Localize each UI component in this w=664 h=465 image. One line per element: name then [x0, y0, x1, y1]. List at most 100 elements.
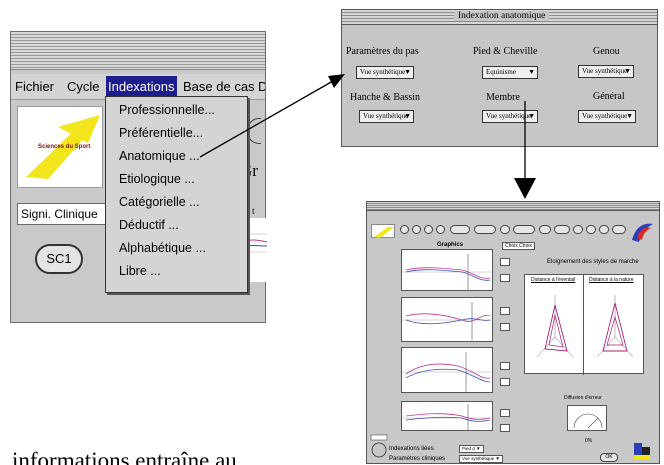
menu-item-deductif[interactable]: Déductif ...	[119, 218, 179, 232]
select-general[interactable]: Vue synthétique ▼	[578, 110, 636, 123]
dropdown-arrow-icon: ▼	[528, 112, 535, 120]
badge-logo	[370, 432, 388, 462]
dropdown-arrow-icon: ▼	[495, 456, 500, 461]
field-label-pied: Pied & Cheville	[473, 46, 538, 57]
gait-plot-3	[401, 347, 494, 393]
select-value: Vue synthétique	[582, 67, 628, 75]
field-label-general: Général	[593, 91, 625, 102]
toolbar-button-1[interactable]	[400, 225, 409, 234]
toolbar-button-7[interactable]	[500, 225, 510, 234]
title-bar[interactable]	[11, 32, 265, 70]
field-label-hanche: Hanche & Bassin	[350, 92, 420, 103]
dropdown-arrow-icon: ▼	[476, 446, 481, 451]
gait-plot-2-graphic	[402, 302, 494, 340]
gait-plot-1-graphic	[402, 254, 494, 290]
toolbar-button-5[interactable]	[450, 225, 470, 234]
menu-cycle[interactable]: Cycle	[67, 79, 100, 94]
select-pied[interactable]: Equinisme ▼	[482, 66, 538, 79]
toolbar	[370, 220, 658, 240]
toolbar-button-4[interactable]	[436, 225, 445, 234]
value-box-3[interactable]	[500, 307, 510, 315]
menu-item-libre[interactable]: Libre ...	[119, 264, 161, 278]
menu-item-etiologique[interactable]: Etiologique ...	[119, 172, 195, 186]
toolbar-button-12[interactable]	[586, 225, 596, 234]
corner-logo	[631, 440, 653, 462]
value-box-6[interactable]	[500, 378, 510, 386]
title-bar[interactable]	[367, 202, 659, 211]
select-hanche[interactable]: Vue synthétique ▼	[359, 110, 414, 123]
gauge	[567, 405, 607, 431]
indexations-select[interactable]: Pied d ▼	[459, 445, 484, 453]
field-label-genou: Genou	[593, 46, 620, 57]
choix-button[interactable]: Choix Choix	[502, 242, 535, 250]
dropdown-arrow-icon: ▼	[626, 112, 633, 120]
toolbar-button-8[interactable]	[513, 225, 535, 234]
select-parametres[interactable]: Vue synthétique ▼	[356, 66, 414, 79]
toolbar-button-14[interactable]	[612, 225, 626, 234]
analysis-window: Graphics Choix Choix Eloignement des sty…	[366, 201, 660, 464]
faculty-logo: Sciences du Sport	[17, 106, 103, 188]
menu-base-de-cas[interactable]: Base de cas	[183, 79, 255, 94]
select-value: Pied d	[462, 446, 475, 451]
select-value: Vue synthétique	[360, 68, 406, 76]
gait-plot-4	[401, 401, 494, 431]
institution-logo	[629, 220, 657, 244]
params-select[interactable]: Vue synthétique ▼	[459, 455, 503, 463]
ok-button[interactable]: OK	[600, 453, 618, 462]
gauge-graphic	[573, 413, 603, 429]
select-value: Vue synthétique	[582, 112, 628, 120]
gait-plot-2	[401, 297, 494, 342]
indexations-label: Indexations liées	[389, 446, 434, 452]
value-box-2[interactable]	[500, 274, 510, 282]
badge-logo-graphic	[370, 434, 388, 458]
menu-item-alphabetique[interactable]: Alphabétique ...	[119, 241, 206, 255]
menu-d[interactable]: D	[258, 79, 265, 94]
toolbar-button-11[interactable]	[573, 225, 583, 234]
value-box-4[interactable]	[500, 323, 510, 331]
toolbar-button-13[interactable]	[599, 225, 609, 234]
menu-item-categorielle[interactable]: Catégorielle ...	[119, 195, 200, 209]
menu-item-preferentielle[interactable]: Préférentielle...	[119, 126, 203, 140]
toolbar-button-2[interactable]	[412, 225, 421, 234]
gauge-label: Diffusion d'erreur	[564, 395, 602, 401]
graphics-label: Graphics	[437, 242, 464, 248]
dropdown-arrow-icon: ▼	[528, 68, 535, 76]
menu-indexations[interactable]: Indexations	[106, 76, 177, 98]
eloignement-title: Eloignement des styles de marche	[547, 259, 639, 265]
toolbar-button-3[interactable]	[424, 225, 433, 234]
value-box-7[interactable]	[500, 409, 510, 417]
menu-item-professionnelle[interactable]: Professionnelle...	[119, 103, 215, 117]
value-box-5[interactable]	[500, 362, 510, 370]
toolbar-button-9[interactable]	[539, 225, 551, 234]
toolbar-button-6[interactable]	[474, 225, 496, 234]
title-bar[interactable]: Indexation anatomique	[342, 10, 657, 25]
indexation-anatomique-window: Indexation anatomique Paramètres du pas …	[341, 9, 658, 147]
value-box-1[interactable]	[500, 258, 510, 266]
select-membre[interactable]: Vue synthétique ▼	[482, 110, 538, 123]
value-box-8[interactable]	[500, 424, 510, 432]
menu-item-anatomique[interactable]: Anatomique ...	[119, 149, 200, 163]
field-label-membre: Membre	[486, 92, 520, 103]
gait-plot-1	[401, 249, 494, 291]
select-value: Vue synthétique	[462, 456, 495, 461]
arrow-head-2	[514, 178, 536, 199]
radar-panel: Distance à l'éventail Distance à la natu…	[524, 274, 644, 375]
radar-charts	[536, 295, 634, 358]
dropdown-arrow-icon: ▼	[404, 68, 411, 76]
toolbar-button-10[interactable]	[554, 225, 570, 234]
caption-text: informations entraîne au	[12, 448, 237, 465]
institution-logo-graphic	[632, 223, 653, 242]
corner-logo-graphic	[634, 443, 650, 459]
dropdown-arrow-icon: ▼	[404, 112, 411, 120]
clinique-field[interactable]: Signi. Clinique	[17, 203, 113, 225]
menu-fichier[interactable]: Fichier	[15, 79, 54, 94]
params-label: Paramètres cliniques	[389, 456, 446, 462]
logo-text: Sciences du Sport	[38, 144, 91, 150]
select-value: Vue synthétique	[486, 112, 532, 120]
select-genou[interactable]: Vue synthétique ▼	[578, 65, 634, 78]
select-value: Equinisme	[486, 68, 516, 76]
dropdown-arrow-icon: ▼	[624, 67, 631, 75]
sc1-button[interactable]: SC1	[35, 244, 83, 274]
indexations-dropdown: Professionnelle... Préférentielle... Ana…	[105, 96, 248, 293]
field-label-parametres: Paramètres du pas	[346, 46, 419, 57]
